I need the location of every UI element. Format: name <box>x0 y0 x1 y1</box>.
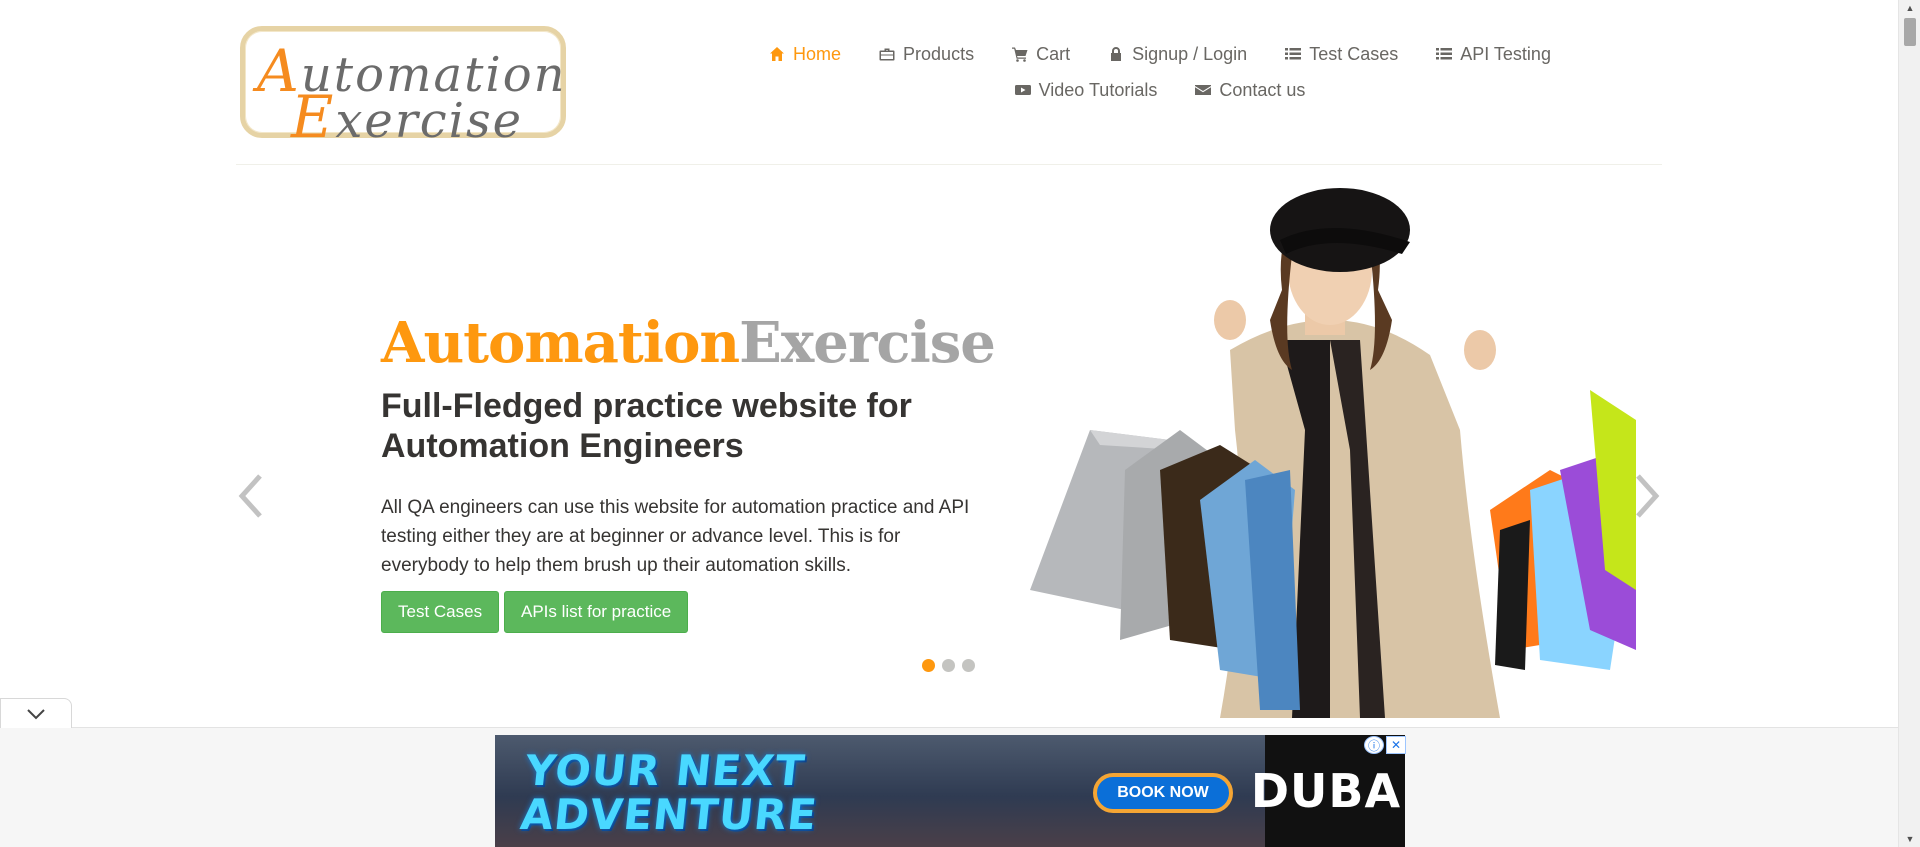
nav-label: Video Tutorials <box>1038 79 1158 100</box>
ad-brand-logo: DUBAI <box>1251 735 1405 847</box>
chevron-left-icon <box>238 474 262 518</box>
nav-row-1: Home Products Cart Signup / Login Test C… <box>730 36 1590 72</box>
nav-item-test-cases[interactable]: Test Cases <box>1285 44 1398 65</box>
nav-item-video-tutorials[interactable]: Video Tutorials <box>1014 79 1158 101</box>
chevron-down-icon <box>27 708 45 719</box>
nav-label: Cart <box>1036 43 1071 64</box>
ad-headline: YOUR NEXT ADVENTURE <box>518 746 824 839</box>
nav-label: API Testing <box>1460 43 1551 64</box>
scroll-down-arrow-icon[interactable]: ▼ <box>1899 831 1920 847</box>
nav-item-cart[interactable]: Cart <box>1012 44 1070 65</box>
slider-dot-2[interactable] <box>942 659 955 672</box>
youtube-play-icon <box>1014 85 1031 95</box>
apis-list-button[interactable]: APIs list for practice <box>504 591 689 633</box>
nav-item-api-testing[interactable]: API Testing <box>1436 44 1551 65</box>
nav-item-signup-login[interactable]: Signup / Login <box>1108 44 1247 65</box>
ad-banner[interactable]: YOUR NEXT ADVENTURE BOOK NOW DUBAI <box>495 735 1405 847</box>
ad-book-now-button[interactable]: BOOK NOW <box>1093 773 1233 813</box>
slider-description: All QA engineers can use this website fo… <box>381 497 970 576</box>
nav-label: Contact us <box>1219 79 1306 100</box>
nav-label: Test Cases <box>1309 43 1399 64</box>
logo-line-2: Exercise <box>291 83 524 151</box>
ad-collapse-toggle[interactable] <box>0 698 72 728</box>
slider-dot-1[interactable] <box>922 659 935 672</box>
page-scrollbar[interactable]: ▲ ▼ <box>1898 0 1920 847</box>
nav-label: Home <box>793 43 842 64</box>
brand-part-automation: Automation <box>381 310 740 376</box>
hero-shopping-girl-image <box>1030 188 1636 718</box>
header-divider <box>236 164 1662 165</box>
nav-item-products[interactable]: Products <box>879 44 974 65</box>
slider-indicators <box>922 659 975 672</box>
envelope-icon <box>1195 85 1212 95</box>
slider-prev-arrow[interactable] <box>234 470 268 522</box>
ad-headline-line-2: ADVENTURE <box>518 790 820 839</box>
nav-label: Products <box>903 43 975 64</box>
ad-close-icon[interactable]: ✕ <box>1386 736 1406 754</box>
home-icon <box>770 47 785 61</box>
main-nav: Home Products Cart Signup / Login Test C… <box>730 36 1590 108</box>
chevron-right-icon <box>1636 474 1660 518</box>
slider-headline: Full-Fledged practice website for Automa… <box>381 387 912 465</box>
page: Automation Exercise Home Products Cart S… <box>0 0 1920 847</box>
nav-item-contact-us[interactable]: Contact us <box>1195 80 1305 101</box>
scrollbar-thumb[interactable] <box>1904 18 1916 46</box>
ad-headline-line-1: YOUR NEXT <box>522 746 808 795</box>
slider-next-arrow[interactable] <box>1630 470 1664 522</box>
nav-item-home[interactable]: Home <box>769 44 841 65</box>
slider-dot-3[interactable] <box>962 659 975 672</box>
brand-part-exercise: Exercise <box>739 310 996 376</box>
list-icon <box>1436 48 1453 60</box>
list-icon <box>1285 48 1302 60</box>
cart-icon <box>1012 47 1028 62</box>
nav-row-2: Video Tutorials Contact us <box>730 72 1590 108</box>
slider-brand-title: AutomationExercise <box>381 310 996 376</box>
scroll-up-arrow-icon[interactable]: ▲ <box>1899 0 1920 16</box>
test-cases-button[interactable]: Test Cases <box>381 591 500 633</box>
nav-label: Signup / Login <box>1132 43 1248 64</box>
briefcase-icon <box>879 48 895 61</box>
ad-info-icon[interactable]: ⓘ <box>1364 736 1384 754</box>
lock-icon <box>1111 47 1122 61</box>
site-logo[interactable]: Automation Exercise <box>240 26 566 151</box>
